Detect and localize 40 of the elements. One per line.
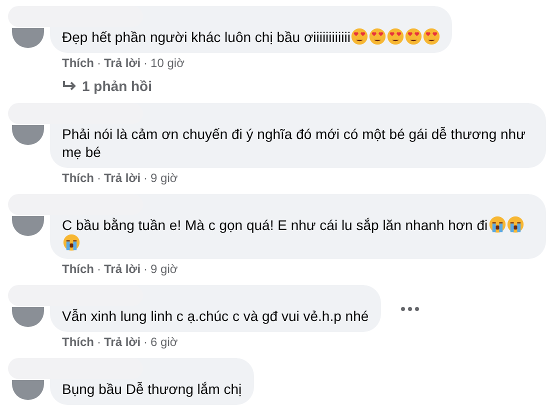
action-link[interactable]: Thích <box>62 335 94 349</box>
action-link[interactable]: Thích <box>62 262 94 276</box>
action-link[interactable]: Thích <box>62 171 94 185</box>
comment-text: Đẹp hết phần người khác luôn chị bầu ơiiiiiiiiiiii <box>62 29 350 45</box>
separator-dot: · <box>144 56 148 70</box>
heart-eyes-emoji-icon <box>423 28 440 45</box>
action-link[interactable]: Trả lời <box>104 56 141 70</box>
separator-dot: · <box>144 335 148 349</box>
heart-eyes-emoji-icon <box>387 28 404 45</box>
action-link[interactable]: Trả lời <box>104 262 141 276</box>
avatar[interactable] <box>12 28 44 48</box>
comment-text: C bầu bằng tuần e! Mà c gọn quá! E như cái lu sắp lăn nhanh hơn đi <box>62 217 488 233</box>
replies-link[interactable]: 1 phản hồi <box>82 78 152 94</box>
avatar[interactable] <box>12 216 44 236</box>
heart-eyes-emoji-icon <box>351 28 368 45</box>
reply-arrow-icon <box>62 80 76 92</box>
avatar[interactable] <box>12 380 44 400</box>
separator-dot: · <box>144 262 148 276</box>
separator-dot: · <box>144 171 148 185</box>
separator-dot: · <box>97 56 101 70</box>
action-link[interactable]: Trả lời <box>104 335 141 349</box>
crying-emoji-icon <box>506 216 524 233</box>
heart-eyes-emoji-icon <box>369 28 386 45</box>
avatar[interactable] <box>12 307 44 327</box>
comment-text: Vẫn xinh lung linh c ạ.chúc c và gđ vui vẻ.h.p nhé <box>62 308 369 324</box>
comment-time: 9 giờ <box>150 171 178 185</box>
crying-emoji-icon <box>488 216 506 233</box>
comment-text: Bụng bầu Dễ thương lắm chị <box>62 381 242 397</box>
comment-text: Phải nói là cảm ơn chuyến đi ý nghĩa đó mới có một bé gái dễ thương như mẹ bé <box>62 126 526 160</box>
comment-time: 10 giờ <box>150 56 184 70</box>
comment-time: 6 giờ <box>150 335 178 349</box>
action-link[interactable]: Thích <box>62 56 94 70</box>
avatar[interactable] <box>12 125 44 145</box>
separator-dot: · <box>97 335 101 349</box>
separator-dot: · <box>97 262 101 276</box>
comment-time: 9 giờ <box>150 262 178 276</box>
crying-emoji-icon <box>63 234 80 251</box>
heart-eyes-emoji-icon <box>405 28 422 45</box>
action-link[interactable]: Trả lời <box>104 171 141 185</box>
separator-dot: · <box>97 171 101 185</box>
